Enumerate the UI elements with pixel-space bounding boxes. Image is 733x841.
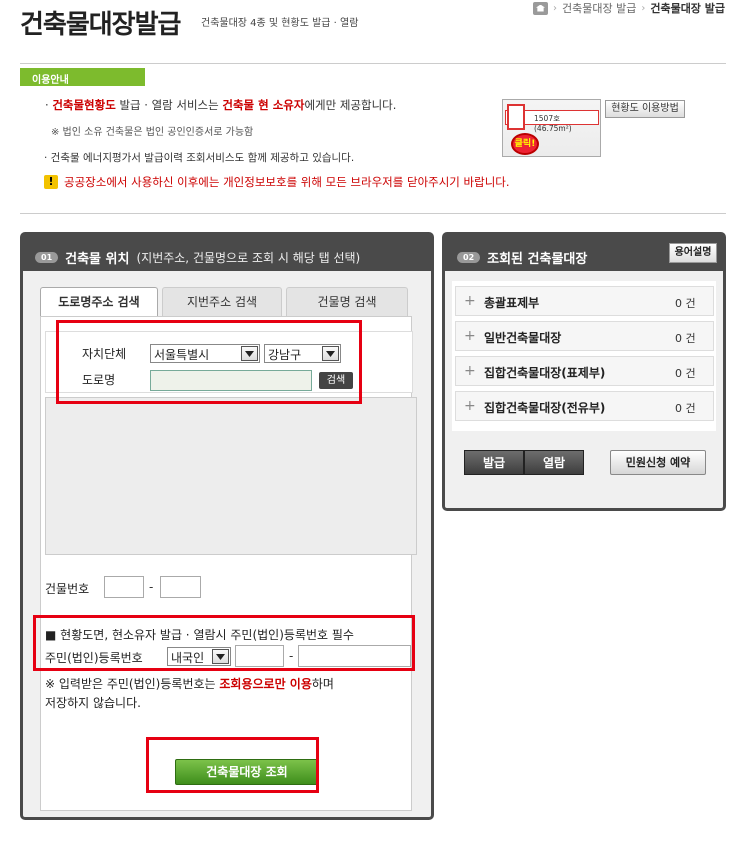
warning-icon: !: [44, 175, 58, 189]
home-icon[interactable]: [532, 1, 548, 15]
glossary-button[interactable]: 용어설명: [669, 243, 717, 263]
thumbnail-marker: [507, 104, 525, 130]
list-item[interactable]: + 일반건축물대장 0 건: [455, 321, 714, 351]
step-number: 01: [35, 251, 59, 263]
list-item[interactable]: + 총괄표제부 0 건: [455, 286, 714, 316]
guide-line-1: · 건축물현황도 발급 · 열람 서비스는 건축물 현 소유자에게만 제공합니다…: [45, 98, 397, 112]
plus-icon: +: [464, 398, 476, 414]
panel-subtitle: (지번주소, 건물명으로 조회 시 해당 탭 선택): [136, 250, 361, 265]
tab-building-name[interactable]: 건물명 검색: [286, 287, 408, 316]
guide-note: ※ 법인 소유 건축물은 법인 공인인증서로 가능함: [51, 127, 254, 138]
view-button[interactable]: 열람: [524, 450, 584, 475]
page-title: 건축물대장발급: [20, 10, 181, 40]
issue-button[interactable]: 발급: [464, 450, 524, 475]
click-badge: 클릭!: [511, 133, 539, 155]
plus-icon: +: [464, 363, 476, 379]
tab-road-address[interactable]: 도로명주소 검색: [40, 287, 158, 316]
chevron-right-icon: ›: [552, 2, 557, 14]
highlight-box: [56, 320, 362, 404]
reserve-button[interactable]: 민원신청 예약: [610, 450, 706, 475]
breadcrumb-current: 건축물대장 발급: [650, 2, 725, 15]
chevron-right-icon: ›: [641, 2, 646, 14]
page-subtitle: 건축물대장 4종 및 현황도 발급 · 열람: [201, 18, 359, 29]
tab-lot-address[interactable]: 지번주소 검색: [162, 287, 282, 316]
highlight-box: [146, 737, 319, 793]
howto-thumbnail[interactable]: 1507호 (46.75m²) 클릭!: [502, 99, 601, 157]
building-main-number-input[interactable]: [104, 576, 144, 598]
plus-icon: +: [464, 328, 476, 344]
building-number-label: 건물번호: [45, 582, 90, 596]
step-number: 02: [457, 251, 481, 263]
plus-icon: +: [464, 293, 476, 309]
register-list: + 총괄표제부 0 건 + 일반건축물대장 0 건 + 집합건축물대장(표제부)…: [452, 281, 716, 431]
road-result-list[interactable]: [45, 397, 417, 555]
dash: -: [149, 580, 154, 594]
building-sub-number-input[interactable]: [160, 576, 201, 598]
breadcrumb: › 건축물대장 발급 › 건축물대장 발급: [532, 0, 725, 16]
privacy-notice: ※ 입력받은 주민(법인)등록번호는 조회용으로만 이용하며: [45, 677, 334, 691]
guide-line-2: · 건축물 에너지평가서 발급이력 조회서비스도 함께 제공하고 있습니다.: [44, 152, 355, 164]
breadcrumb-item[interactable]: 건축물대장 발급: [562, 0, 636, 16]
result-panel: 02 조회된 건축물대장 용어설명 + 총괄표제부 0 건 + 일반건축물대장 …: [442, 232, 726, 511]
list-item[interactable]: + 집합건축물대장(표제부) 0 건: [455, 356, 714, 386]
privacy-notice-2: 저장하지 않습니다.: [45, 696, 141, 710]
divider: [20, 63, 726, 64]
divider: [20, 213, 726, 214]
search-tabs: 도로명주소 검색 지번주소 검색 건물명 검색: [40, 287, 408, 316]
list-item[interactable]: + 집합건축물대장(전유부) 0 건: [455, 391, 714, 421]
guide-tab-label: 이용안내: [20, 68, 145, 86]
howto-button[interactable]: 현황도 이용방법: [605, 100, 685, 118]
highlight-box: [33, 615, 415, 671]
panel-title: 건축물 위치: [65, 251, 130, 267]
panel-title: 조회된 건축물대장: [487, 251, 588, 267]
warning-message: ! 공공장소에서 사용하신 이후에는 개인정보보호를 위해 모든 브라우저를 닫…: [44, 174, 510, 190]
panel-header: 01 건축물 위치 (지번주소, 건물명으로 조회 시 해당 탭 선택): [23, 235, 431, 271]
